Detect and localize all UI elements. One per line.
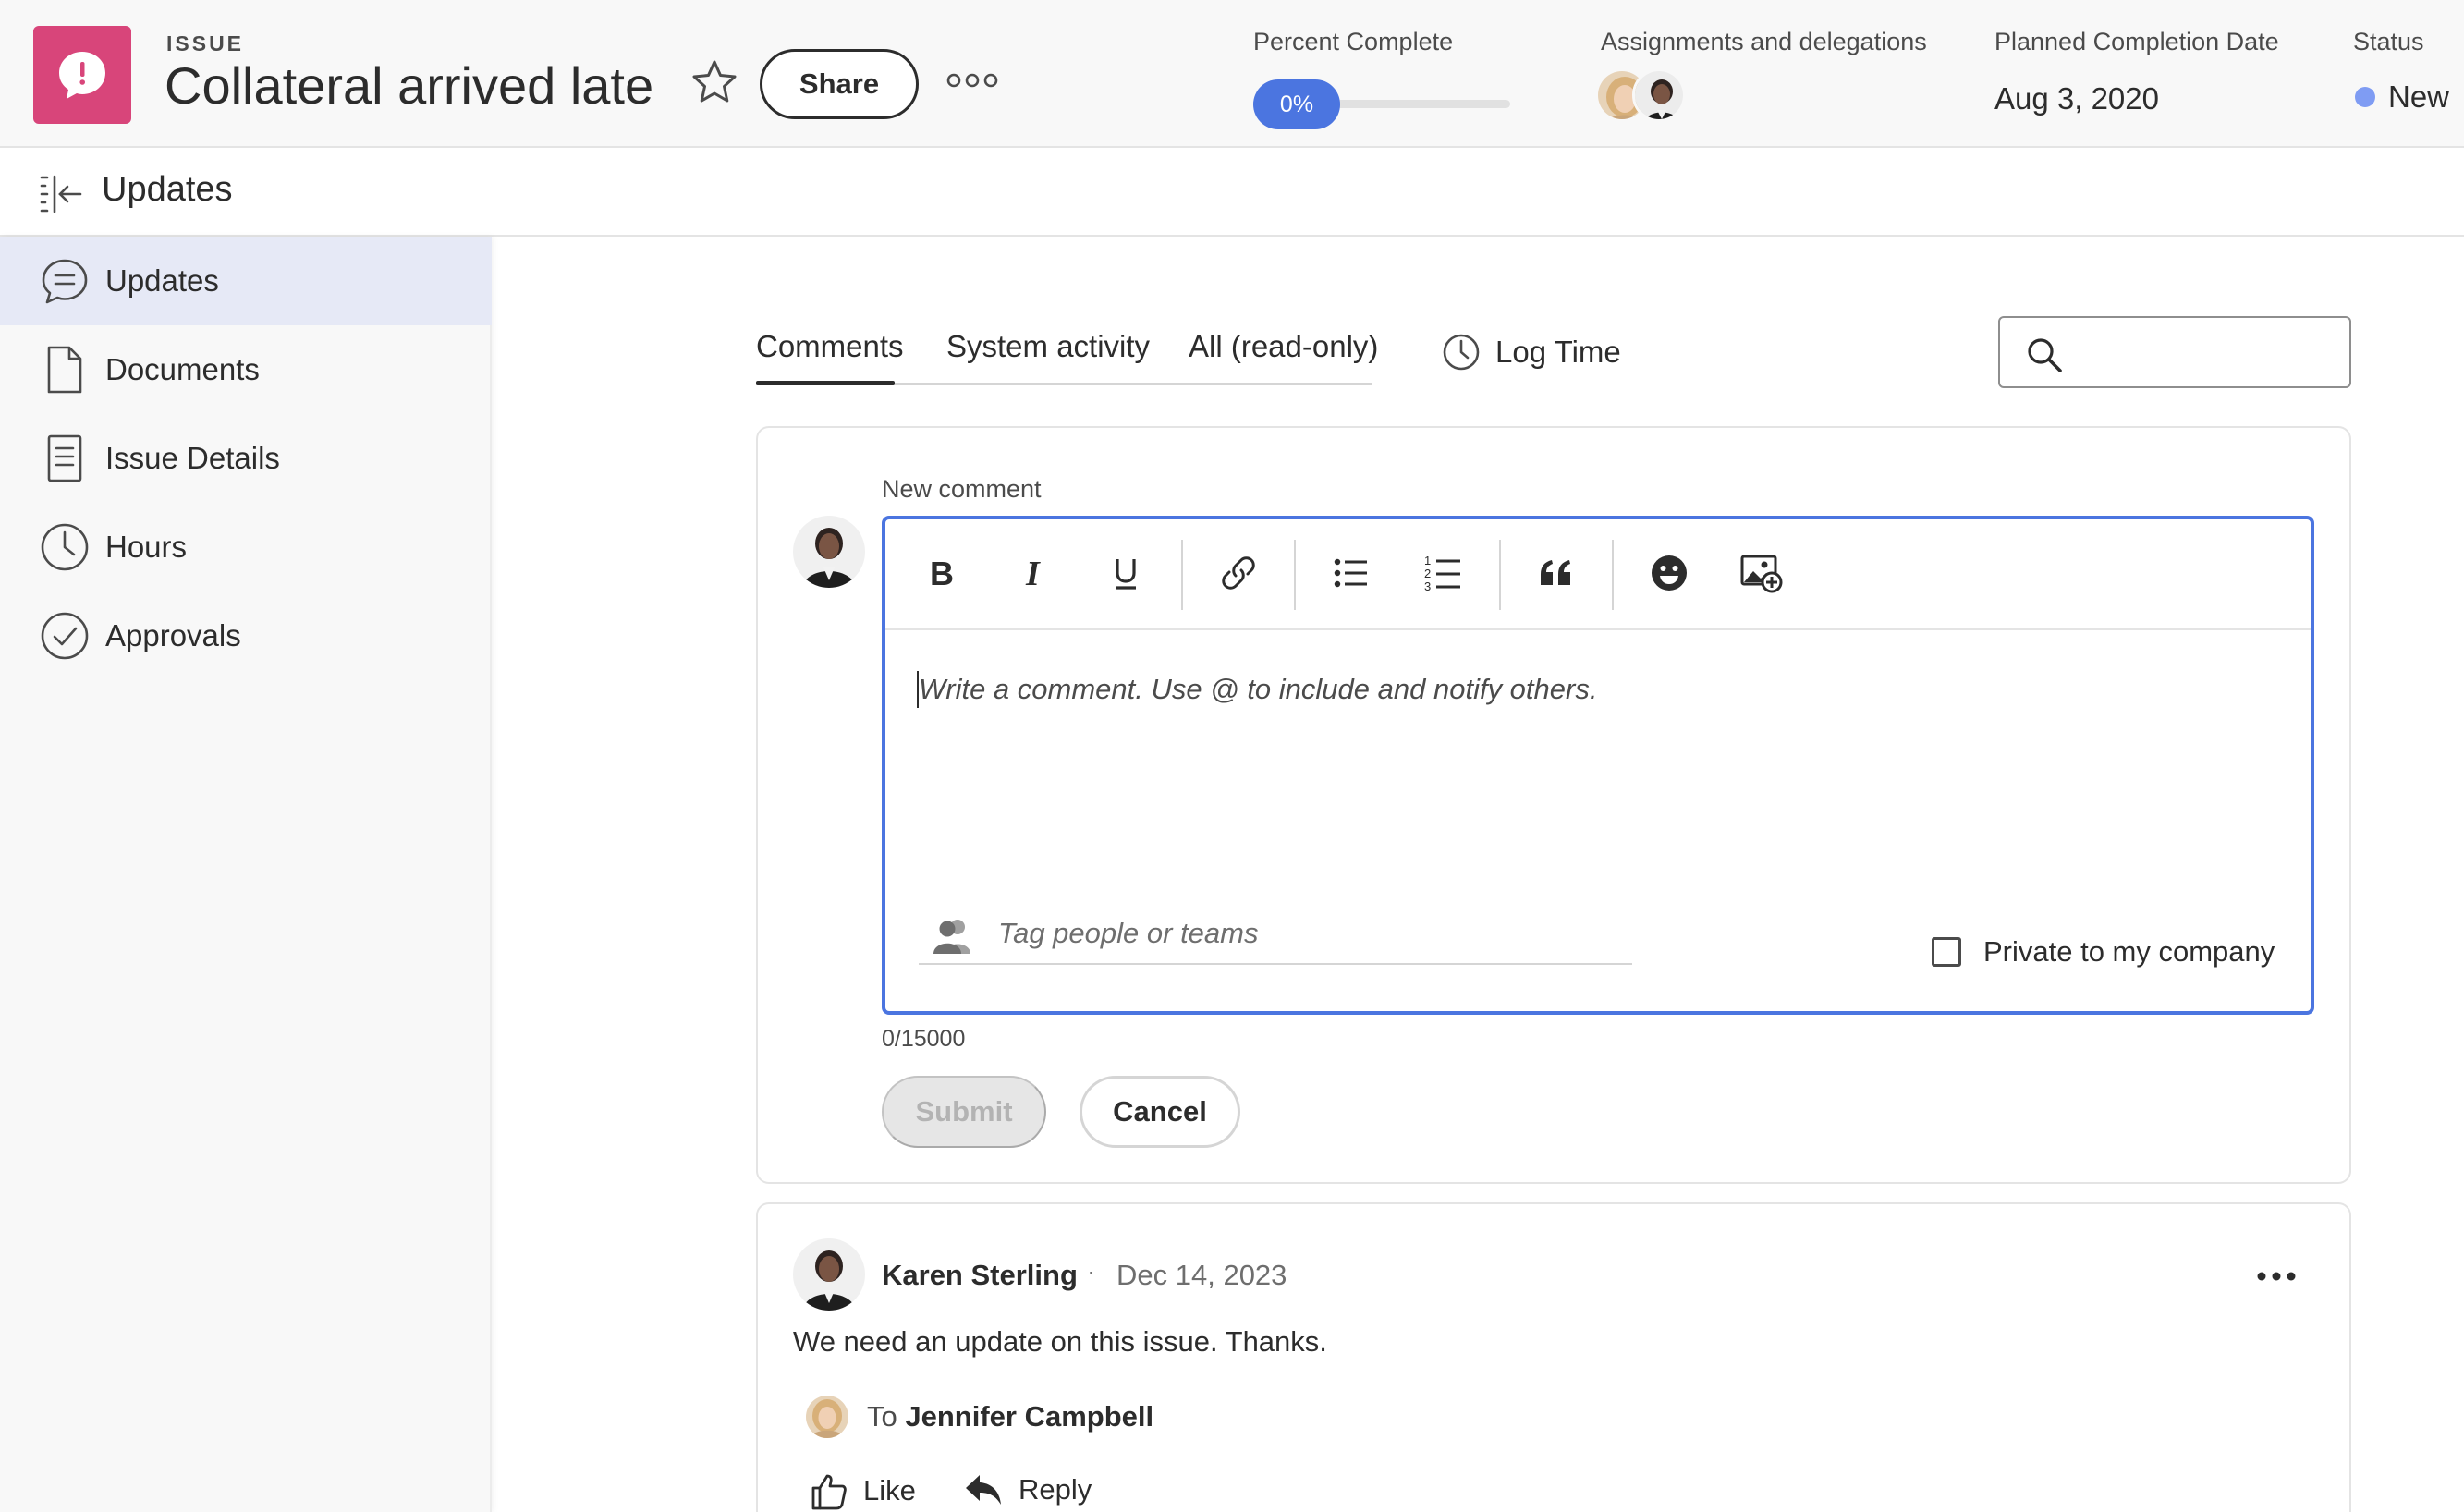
- percent-complete-value[interactable]: 0%: [1253, 79, 1340, 129]
- meta-separator: ·: [1087, 1257, 1096, 1286]
- like-button[interactable]: Like: [810, 1471, 916, 1510]
- svg-text:I: I: [1025, 555, 1041, 591]
- reply-icon: [966, 1475, 1001, 1505]
- details-icon: [37, 431, 92, 486]
- percent-complete-label: Percent Complete: [1253, 28, 1454, 55]
- status-text: New: [2388, 79, 2450, 114]
- issue-type-icon: [33, 26, 131, 124]
- avatar: [806, 1396, 848, 1438]
- people-icon: [933, 920, 970, 954]
- tab-all-read-only[interactable]: All (read-only): [1189, 329, 1378, 388]
- log-time-button[interactable]: Log Time: [1442, 333, 1621, 372]
- bullet-list-icon[interactable]: [1323, 545, 1379, 601]
- sidebar-item-issue-details[interactable]: Issue Details: [0, 414, 492, 503]
- sidebar-item-label: Updates: [105, 263, 219, 298]
- svg-text:1: 1: [1424, 554, 1431, 567]
- sidebar-item-label: Issue Details: [105, 441, 280, 475]
- recipient-name[interactable]: Jennifer Campbell: [905, 1400, 1153, 1433]
- emoji-icon[interactable]: [1641, 545, 1697, 601]
- sidebar-item-label: Hours: [105, 530, 188, 564]
- planned-completion-label: Planned Completion Date: [1994, 28, 2279, 55]
- tab-system-activity[interactable]: System activity: [946, 329, 1150, 388]
- search-input[interactable]: [2076, 327, 2340, 377]
- character-count: 0/15000: [882, 1026, 966, 1052]
- favorite-star-icon[interactable]: [689, 57, 739, 107]
- sidebar-item-updates[interactable]: Updates: [0, 237, 492, 325]
- quote-icon[interactable]: [1529, 545, 1584, 601]
- svg-text:3: 3: [1424, 579, 1431, 593]
- submit-button[interactable]: Submit: [882, 1076, 1046, 1148]
- issue-title[interactable]: Collateral arrived late: [165, 55, 653, 116]
- page-subheader: Updates: [0, 148, 2464, 237]
- private-checkbox[interactable]: [1932, 937, 1961, 967]
- sidebar-item-approvals[interactable]: Approvals: [0, 591, 492, 680]
- to-label: To: [867, 1400, 897, 1433]
- clock-icon: [1443, 334, 1480, 371]
- status-label: Status: [2353, 28, 2424, 55]
- sidebar: Updates Documents Issue Details Hours Ap…: [0, 237, 492, 1512]
- thumbs-up-icon: [811, 1474, 847, 1510]
- underline-icon[interactable]: [1098, 545, 1153, 601]
- private-label: Private to my company: [1983, 935, 2275, 968]
- avatar[interactable]: [1632, 68, 1686, 122]
- tab-comments[interactable]: Comments: [756, 329, 904, 388]
- avatar[interactable]: [793, 1238, 865, 1311]
- bold-icon[interactable]: B: [913, 545, 969, 601]
- avatar: [793, 516, 865, 588]
- numbered-list-icon[interactable]: 1 2 3: [1416, 545, 1471, 601]
- comment-input-placeholder[interactable]: Write a comment. Use @ to include and no…: [919, 673, 1597, 706]
- share-button[interactable]: Share: [760, 49, 919, 119]
- sidebar-item-label: Approvals: [105, 618, 241, 652]
- tag-people-placeholder: Tag people or teams: [998, 917, 1259, 949]
- page-title: Updates: [102, 170, 233, 209]
- assignments-label: Assignments and delegations: [1601, 28, 1927, 55]
- like-label: Like: [863, 1474, 916, 1506]
- search-field[interactable]: [1998, 316, 2351, 388]
- cancel-button[interactable]: Cancel: [1080, 1076, 1240, 1148]
- private-to-company-toggle[interactable]: Private to my company: [1932, 935, 2275, 969]
- comment-more-icon[interactable]: [2246, 1261, 2307, 1292]
- more-options-icon[interactable]: [945, 67, 1000, 94]
- check-circle-icon: [37, 608, 92, 664]
- chat-bubble-icon: [37, 253, 92, 309]
- status-dot: [2355, 87, 2375, 107]
- assignees-avatars[interactable]: [1595, 68, 1697, 126]
- clock-icon: [37, 519, 92, 575]
- svg-text:2: 2: [1424, 567, 1431, 580]
- planned-completion-date[interactable]: Aug 3, 2020: [1994, 81, 2159, 116]
- issue-type-label: ISSUE: [166, 31, 245, 55]
- search-icon: [2028, 338, 2062, 372]
- comment-editor[interactable]: B I 1 2 3 Write a comment. Use @ to incl…: [882, 516, 2314, 1015]
- editor-toolbar: B I 1 2 3: [885, 519, 2311, 630]
- insert-image-icon[interactable]: [1734, 545, 1789, 601]
- status-value[interactable]: New: [2355, 79, 2449, 115]
- sidebar-item-hours[interactable]: Hours: [0, 503, 492, 591]
- log-time-label: Log Time: [1495, 335, 1621, 369]
- issue-header: ISSUE Collateral arrived late Share Perc…: [0, 0, 2464, 148]
- svg-text:B: B: [930, 555, 954, 591]
- reply-label: Reply: [1019, 1473, 1092, 1506]
- document-icon: [37, 342, 92, 397]
- comment-body: We need an update on this issue. Thanks.: [793, 1325, 1327, 1358]
- new-comment-label: New comment: [882, 475, 1042, 503]
- sidebar-item-label: Documents: [105, 352, 260, 386]
- comment-date: Dec 14, 2023: [1116, 1259, 1287, 1291]
- collapse-panel-icon[interactable]: [37, 170, 85, 218]
- comment-recipient: To Jennifer Campbell: [806, 1396, 1153, 1438]
- comment-author[interactable]: Karen Sterling: [882, 1259, 1078, 1292]
- sidebar-item-documents[interactable]: Documents: [0, 325, 492, 414]
- link-icon[interactable]: [1211, 545, 1266, 601]
- reply-button[interactable]: Reply: [963, 1471, 1092, 1508]
- italic-icon[interactable]: I: [1006, 545, 1061, 601]
- tag-people-field[interactable]: Tag people or teams: [919, 908, 1632, 965]
